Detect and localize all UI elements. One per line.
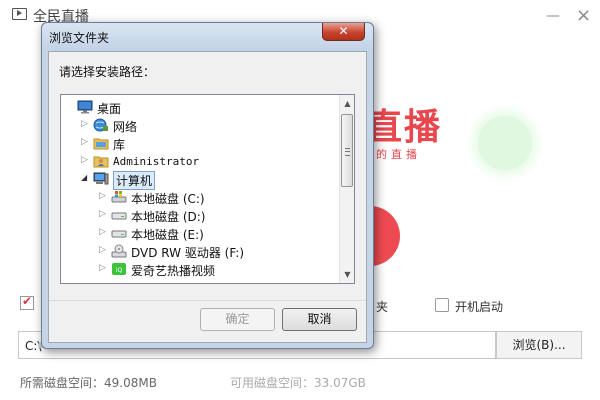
scroll-up-icon[interactable]: ▲ xyxy=(340,95,354,112)
collapsed-arrow-icon[interactable]: ▷ xyxy=(99,209,106,219)
shortcut-checkbox[interactable] xyxy=(20,294,34,310)
dialog-prompt: 请选择安装路径： xyxy=(59,65,156,79)
dialog-separator xyxy=(49,300,366,301)
folder-tree[interactable]: 桌面 ▷ 网络 ▷ 库 ▷ Administrator ◢ 计算机 ▷ 本地磁盘 (C:) ▷ 本地磁盘… xyxy=(60,94,355,284)
tree-item-label: Administrator xyxy=(113,155,200,168)
tree-item-label: 网络 xyxy=(113,120,138,134)
collapsed-arrow-icon[interactable]: ▷ xyxy=(99,191,106,201)
tree-item[interactable]: ▷ 本地磁盘 (C:) xyxy=(61,189,341,207)
library-icon xyxy=(93,136,109,150)
expanded-arrow-icon[interactable]: ◢ xyxy=(81,173,87,182)
startup-label: 开机启动 xyxy=(455,300,504,314)
svg-text:iQ: iQ xyxy=(116,267,123,274)
tree-item[interactable]: ◢ 计算机 xyxy=(61,171,341,190)
decorative-green-circle xyxy=(478,116,532,170)
cancel-button[interactable]: 取消 xyxy=(282,308,357,331)
tree-item-label: 爱奇艺热播视频 xyxy=(131,264,216,278)
tree-item-label: 桌面 xyxy=(97,102,122,116)
network-icon xyxy=(93,118,109,132)
close-icon[interactable]: × xyxy=(576,5,591,26)
available-space-text: 可用磁盘空间：33.07GB xyxy=(230,376,366,390)
browse-button[interactable]: 浏览(B)... xyxy=(496,331,582,359)
computer-icon xyxy=(93,172,109,186)
dialog-close-button[interactable]: ✕ xyxy=(322,23,365,41)
tree-item-label: 本地磁盘 (C:) xyxy=(131,192,205,206)
collapsed-arrow-icon[interactable]: ▷ xyxy=(81,119,88,129)
tree-item-label: 本地磁盘 (D:) xyxy=(131,210,206,224)
tree-item-label: 本地磁盘 (E:) xyxy=(131,228,204,242)
shortcut-label: 夹 xyxy=(376,300,389,314)
scroll-down-icon[interactable]: ▼ xyxy=(340,266,354,283)
collapsed-arrow-icon[interactable]: ▷ xyxy=(99,245,106,255)
close-icon: ✕ xyxy=(338,24,349,38)
scroll-thumb[interactable] xyxy=(341,114,353,187)
brand-title: 直播 xyxy=(366,106,443,148)
collapsed-arrow-icon[interactable]: ▷ xyxy=(81,137,88,147)
dialog-client-area: 请选择安装路径： 桌面 ▷ 网络 ▷ 库 ▷ Administrator ◢ 计算机 ▷ 本地磁盘 … xyxy=(48,51,367,343)
grip-icon xyxy=(345,148,350,156)
system-drive-icon xyxy=(111,190,127,204)
tree-scrollbar[interactable]: ▲ ▼ xyxy=(339,95,354,283)
dialog-title: 浏览文件夹 xyxy=(49,31,110,45)
tree-item-label: 计算机 xyxy=(113,171,156,190)
collapsed-arrow-icon[interactable]: ▷ xyxy=(99,263,106,273)
tree-item[interactable]: 桌面 xyxy=(61,99,341,117)
tree-item-label: 库 xyxy=(113,138,126,152)
tree-item[interactable]: ▷ Administrator xyxy=(61,153,341,171)
dvd-drive-icon xyxy=(111,244,127,258)
tree-item[interactable]: ▷ 网络 xyxy=(61,117,341,135)
drive-icon xyxy=(111,208,127,222)
ok-button[interactable]: 确定 xyxy=(200,308,275,331)
dialog-title-bar[interactable]: 浏览文件夹 ✕ xyxy=(42,23,373,51)
collapsed-arrow-icon[interactable]: ▷ xyxy=(99,227,106,237)
app-logo-icon xyxy=(12,8,27,20)
tree-item[interactable]: ▷ 本地磁盘 (D:) xyxy=(61,207,341,225)
iqiyi-icon: iQ xyxy=(111,262,127,276)
collapsed-arrow-icon[interactable]: ▷ xyxy=(81,155,88,165)
browse-folder-dialog: 浏览文件夹 ✕ 请选择安装路径： 桌面 ▷ 网络 ▷ 库 ▷ Administrator ◢ 计… xyxy=(41,22,374,349)
user-folder-icon xyxy=(93,154,109,168)
required-space-text: 所需磁盘空间：49.08MB xyxy=(20,376,157,390)
tree-item[interactable]: ▷ iQ 爱奇艺热播视频 xyxy=(61,261,341,279)
startup-checkbox[interactable] xyxy=(435,298,449,312)
drive-icon xyxy=(111,226,127,240)
brand-slogan: 的直播 xyxy=(376,148,421,161)
desktop-icon xyxy=(77,100,93,114)
tree-item[interactable]: ▷ DVD RW 驱动器 (F:) xyxy=(61,243,341,261)
minimize-icon[interactable]: — xyxy=(546,8,560,24)
tree-item-label: DVD RW 驱动器 (F:) xyxy=(131,246,245,260)
tree-item[interactable]: ▷ 本地磁盘 (E:) xyxy=(61,225,341,243)
tree-item[interactable]: ▷ 库 xyxy=(61,135,341,153)
